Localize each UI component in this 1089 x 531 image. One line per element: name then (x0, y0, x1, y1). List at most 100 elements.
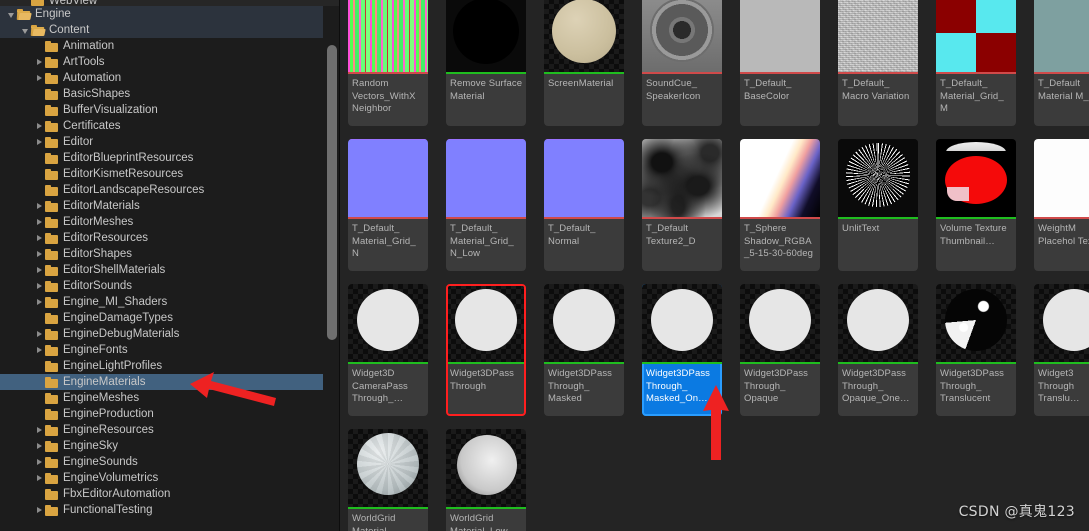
chevron-right-icon[interactable] (34, 137, 45, 148)
chevron-down-icon[interactable] (20, 25, 31, 36)
asset-thumbnail (544, 284, 624, 362)
asset-tile-cell: Widget3DPass Through_ Opaque_One… (838, 284, 936, 429)
tree-item-certificates[interactable]: Certificates (0, 118, 340, 134)
asset-thumbnail (838, 0, 918, 72)
chevron-down-icon[interactable] (6, 9, 17, 20)
tree-item-automation[interactable]: Automation (0, 70, 340, 86)
asset-tile[interactable]: T_Sphere Shadow_RGBA _5-15-30-60deg (740, 139, 820, 271)
tree-item-editorkismetresources[interactable]: EditorKismetResources (0, 166, 340, 182)
thumbnail-art-stripes (348, 0, 428, 72)
chevron-right-icon[interactable] (34, 57, 45, 68)
chevron-right-icon[interactable] (34, 201, 45, 212)
asset-tile[interactable]: Widget3DPass Through_ Masked_On… (642, 284, 722, 416)
tree-item-enginesounds[interactable]: EngineSounds (0, 454, 340, 470)
tree-item-enginevolumetrics[interactable]: EngineVolumetrics (0, 470, 340, 486)
tree-item-enginesky[interactable]: EngineSky (0, 438, 340, 454)
tree-item-editorshapes[interactable]: EditorShapes (0, 246, 340, 262)
tree-item-editorsounds[interactable]: EditorSounds (0, 278, 340, 294)
asset-tile[interactable]: WeightM Placehol Texture (1034, 139, 1089, 271)
asset-tile[interactable]: T_Default_ Material_Grid_ M (936, 0, 1016, 126)
asset-tile[interactable]: Widget3DPass Through_ Opaque (740, 284, 820, 416)
tree-item-engineresources[interactable]: EngineResources (0, 422, 340, 438)
tree-item-label: Engine (35, 8, 71, 20)
tree-item-arttools[interactable]: ArtTools (0, 54, 340, 70)
tree-item-enginematerials[interactable]: EngineMaterials (0, 374, 323, 390)
chevron-right-icon[interactable] (34, 121, 45, 132)
tree-item-label: FbxEditorAutomation (63, 488, 171, 500)
asset-tile[interactable]: T_Default Material M_Low (1034, 0, 1089, 126)
asset-tile[interactable]: Volume Texture Thumbnail… (936, 139, 1016, 271)
tree-item-engineproduction[interactable]: EngineProduction (0, 406, 340, 422)
asset-tile-label: UnlitText (842, 223, 880, 234)
tree-item-buffervisualization[interactable]: BufferVisualization (0, 102, 340, 118)
tree-item-label: EditorShapes (63, 248, 133, 260)
folder-icon (45, 440, 58, 452)
chevron-right-icon[interactable] (34, 233, 45, 244)
asset-tile[interactable]: UnlitText (838, 139, 918, 271)
tree-item-editorlandscaperesources[interactable]: EditorLandscapeResources (0, 182, 340, 198)
tree-item-basicshapes[interactable]: BasicShapes (0, 86, 340, 102)
tree-item-content[interactable]: Content (0, 22, 323, 38)
asset-tile[interactable]: Widget3D CameraPass Through_… (348, 284, 428, 416)
asset-tile[interactable]: Widget3 Through Translu… (1034, 284, 1089, 416)
tree-item-list[interactable]: WebView Engine Content Animation ArtTools Aut… (0, 0, 340, 518)
chevron-right-icon[interactable] (34, 329, 45, 340)
asset-tile[interactable]: T_Default_ Material_Grid_ N_Low (446, 139, 526, 271)
tree-item-engine_mi_shaders[interactable]: Engine_MI_Shaders (0, 294, 340, 310)
tree-item-editorblueprintresources[interactable]: EditorBlueprintResources (0, 150, 340, 166)
thumbnail-art-worldgrid (348, 429, 428, 507)
tree-item-animation[interactable]: Animation (0, 38, 340, 54)
asset-tile[interactable]: T_Default_ Material_Grid_ N (348, 139, 428, 271)
chevron-right-icon[interactable] (34, 441, 45, 452)
chevron-right-icon[interactable] (34, 281, 45, 292)
asset-tile[interactable]: T_Default_ BaseColor (740, 0, 820, 126)
asset-tile[interactable]: WorldGrid Material (348, 429, 428, 531)
tree-item-label: EngineDamageTypes (63, 312, 173, 324)
tree-item-engine[interactable]: Engine (0, 6, 323, 22)
chevron-right-icon[interactable] (34, 265, 45, 276)
tree-item-editormeshes[interactable]: EditorMeshes (0, 214, 340, 230)
asset-tile[interactable]: Random Vectors_WithX Neighbor (348, 0, 428, 126)
chevron-right-icon[interactable] (34, 249, 45, 260)
tree-item-editor[interactable]: Editor (0, 134, 340, 150)
asset-tile[interactable]: Widget3DPass Through (446, 284, 526, 416)
asset-tile[interactable]: SoundCue_ SpeakerIcon (642, 0, 722, 126)
tree-item-enginelightprofiles[interactable]: EngineLightProfiles (0, 358, 340, 374)
asset-tile[interactable]: T_Default Texture2_D (642, 139, 722, 271)
tree-item-fbxeditorautomation[interactable]: FbxEditorAutomation (0, 486, 340, 502)
chevron-right-icon[interactable] (34, 345, 45, 356)
tree-item-label: EditorLandscapeResources (63, 184, 205, 196)
asset-tile[interactable]: ScreenMaterial (544, 0, 624, 126)
thumbnail-art-yinyang (936, 284, 1016, 362)
tree-vertical-scrollbar[interactable] (327, 45, 337, 340)
chevron-right-icon[interactable] (34, 457, 45, 468)
asset-tile-grid[interactable]: Random Vectors_WithX Neighbor Remove Surf… (348, 0, 1089, 531)
asset-thumbnail (1034, 0, 1089, 72)
tree-item-enginemeshes[interactable]: EngineMeshes (0, 390, 340, 406)
asset-tile[interactable]: Widget3DPass Through_ Opaque_One… (838, 284, 918, 416)
folder-icon (45, 72, 58, 84)
tree-item-editorresources[interactable]: EditorResources (0, 230, 340, 246)
asset-tile[interactable]: Remove Surface Material (446, 0, 526, 126)
tree-item-enginedebugmaterials[interactable]: EngineDebugMaterials (0, 326, 340, 342)
asset-tile[interactable]: T_Default_ Macro Variation (838, 0, 918, 126)
asset-tile-cell: WorldGrid Material_Low (446, 429, 544, 531)
tree-item-enginedamagetypes[interactable]: EngineDamageTypes (0, 310, 340, 326)
tree-item-functionaltesting[interactable]: FunctionalTesting (0, 502, 340, 518)
chevron-right-icon[interactable] (34, 425, 45, 436)
asset-tile[interactable]: Widget3DPass Through_ Masked (544, 284, 624, 416)
tree-item-editormaterials[interactable]: EditorMaterials (0, 198, 340, 214)
chevron-right-icon[interactable] (34, 297, 45, 308)
asset-tile[interactable]: WorldGrid Material_Low (446, 429, 526, 531)
chevron-right-icon[interactable] (34, 473, 45, 484)
thumbnail-art-whitesphere (448, 286, 524, 362)
chevron-right-icon[interactable] (34, 505, 45, 516)
tree-item-enginefonts[interactable]: EngineFonts (0, 342, 340, 358)
asset-tile[interactable]: Widget3DPass Through_ Translucent (936, 284, 1016, 416)
chevron-right-icon[interactable] (34, 73, 45, 84)
chevron-right-icon[interactable] (34, 217, 45, 228)
tree-item-editorshellmaterials[interactable]: EditorShellMaterials (0, 262, 340, 278)
asset-tile[interactable]: T_Default_ Normal (544, 139, 624, 271)
thumbnail-art-shadowgrad (740, 139, 820, 217)
